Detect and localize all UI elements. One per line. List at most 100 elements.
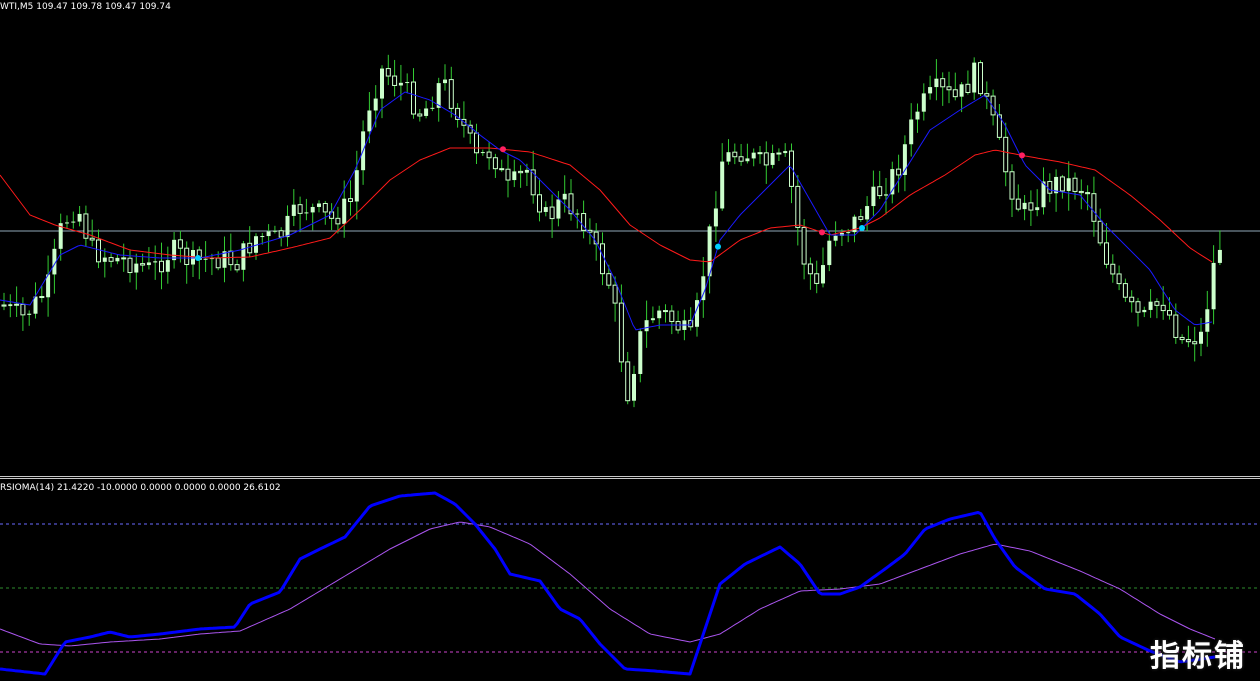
candle-body: [480, 152, 485, 154]
candle-body: [146, 262, 151, 266]
candle-body: [928, 87, 933, 94]
candle-body: [757, 152, 763, 155]
candle-body: [795, 185, 801, 228]
candle-body: [827, 240, 832, 266]
candle-body: [1104, 242, 1109, 265]
candle-body: [543, 207, 548, 212]
candle-body: [776, 152, 782, 155]
candle-body: [972, 62, 977, 93]
price-chart-canvas[interactable]: [0, 0, 1260, 476]
rsioma-main-line: [0, 491, 1216, 676]
candle-body: [877, 186, 883, 197]
candle-body: [618, 302, 624, 363]
candle-body: [675, 321, 681, 331]
candle-body: [367, 110, 372, 132]
candle-body: [1116, 273, 1122, 285]
candle-body: [770, 153, 775, 165]
candle-body: [373, 98, 378, 111]
candle-body: [285, 215, 290, 238]
candle-body: [644, 320, 649, 332]
watermark-logo: 指标铺: [1150, 639, 1246, 674]
candle-body: [1122, 283, 1128, 298]
candle-body: [946, 86, 952, 91]
candle-body: [909, 119, 914, 145]
candle-body: [165, 260, 170, 272]
candle-body: [846, 232, 851, 234]
candle-body: [134, 263, 139, 273]
candle-body: [405, 82, 410, 84]
candle-body: [833, 235, 838, 241]
candle-body: [430, 107, 435, 109]
candle-body: [39, 296, 45, 299]
candle-body: [814, 273, 820, 284]
indicator-canvas[interactable]: [0, 479, 1260, 681]
candle-body: [738, 156, 744, 162]
candle-body: [657, 310, 662, 319]
candle-body: [348, 198, 353, 202]
candle-body: [121, 257, 127, 260]
candle-body: [1148, 301, 1153, 310]
candle-body: [807, 263, 813, 275]
candle-body: [915, 111, 920, 120]
candle-body: [203, 258, 208, 260]
candle-body: [8, 304, 13, 307]
candle-body: [14, 303, 20, 306]
candle-body: [1160, 304, 1166, 312]
candle-body: [398, 82, 403, 86]
candle-body: [89, 237, 95, 241]
candle-body: [549, 206, 555, 220]
candle-body: [821, 265, 825, 284]
candle-body: [424, 108, 429, 116]
rsioma-indicator-pane[interactable]: RSIOMA(14) 21.4220 -10.0000 0.0000 0.000…: [0, 479, 1260, 681]
candle-body: [1135, 301, 1141, 313]
candle-body: [172, 239, 177, 261]
candle-body: [354, 170, 359, 202]
candle-body: [108, 257, 114, 262]
candle-body: [380, 68, 384, 99]
candle-body: [392, 75, 398, 86]
candle-body: [984, 93, 990, 97]
candle-body: [884, 194, 888, 196]
cross-down-marker: [1019, 152, 1025, 159]
candle-body: [783, 151, 788, 154]
candle-body: [474, 132, 479, 154]
candle-body: [1003, 136, 1009, 173]
candle-body: [632, 373, 636, 401]
candle-body: [965, 83, 971, 94]
candle-body: [310, 206, 315, 213]
candle-body: [801, 226, 807, 265]
candle-body: [1211, 262, 1216, 310]
candle-body: [215, 257, 221, 269]
cross-up-marker: [195, 255, 201, 261]
candle-body: [505, 168, 511, 181]
candle-body: [342, 198, 347, 224]
candle-body: [127, 257, 133, 274]
candle-body: [1205, 309, 1210, 332]
candle-body: [65, 222, 69, 224]
candle-body: [921, 93, 926, 112]
price-chart-pane[interactable]: WTI,M5 109.47 109.78 109.47 109.74: [0, 0, 1260, 476]
candle-body: [1066, 178, 1071, 191]
candle-body: [1179, 336, 1185, 341]
candle-body: [140, 263, 146, 266]
candle-body: [153, 261, 158, 263]
candle-body: [638, 331, 643, 374]
candle-body: [537, 194, 542, 213]
candle-body: [625, 361, 631, 402]
candle-body: [278, 230, 284, 238]
candle-body: [713, 208, 718, 227]
candle-body: [417, 113, 423, 117]
candle-body: [102, 257, 107, 262]
candle-body: [763, 152, 769, 166]
candle-body: [745, 158, 750, 162]
candle-body: [266, 231, 271, 237]
chart-window[interactable]: WTI,M5 109.47 109.78 109.47 109.74 RSIOM…: [0, 0, 1260, 681]
candle-body: [524, 169, 529, 173]
symbol-ohlc-label: WTI,M5 109.47 109.78 109.47 109.74: [0, 2, 171, 12]
candle-body: [1154, 301, 1160, 306]
candle-body: [934, 78, 939, 88]
candle-body: [486, 151, 492, 159]
candle-body: [1059, 176, 1065, 192]
candle-body: [291, 204, 296, 216]
candle-body: [234, 264, 240, 271]
